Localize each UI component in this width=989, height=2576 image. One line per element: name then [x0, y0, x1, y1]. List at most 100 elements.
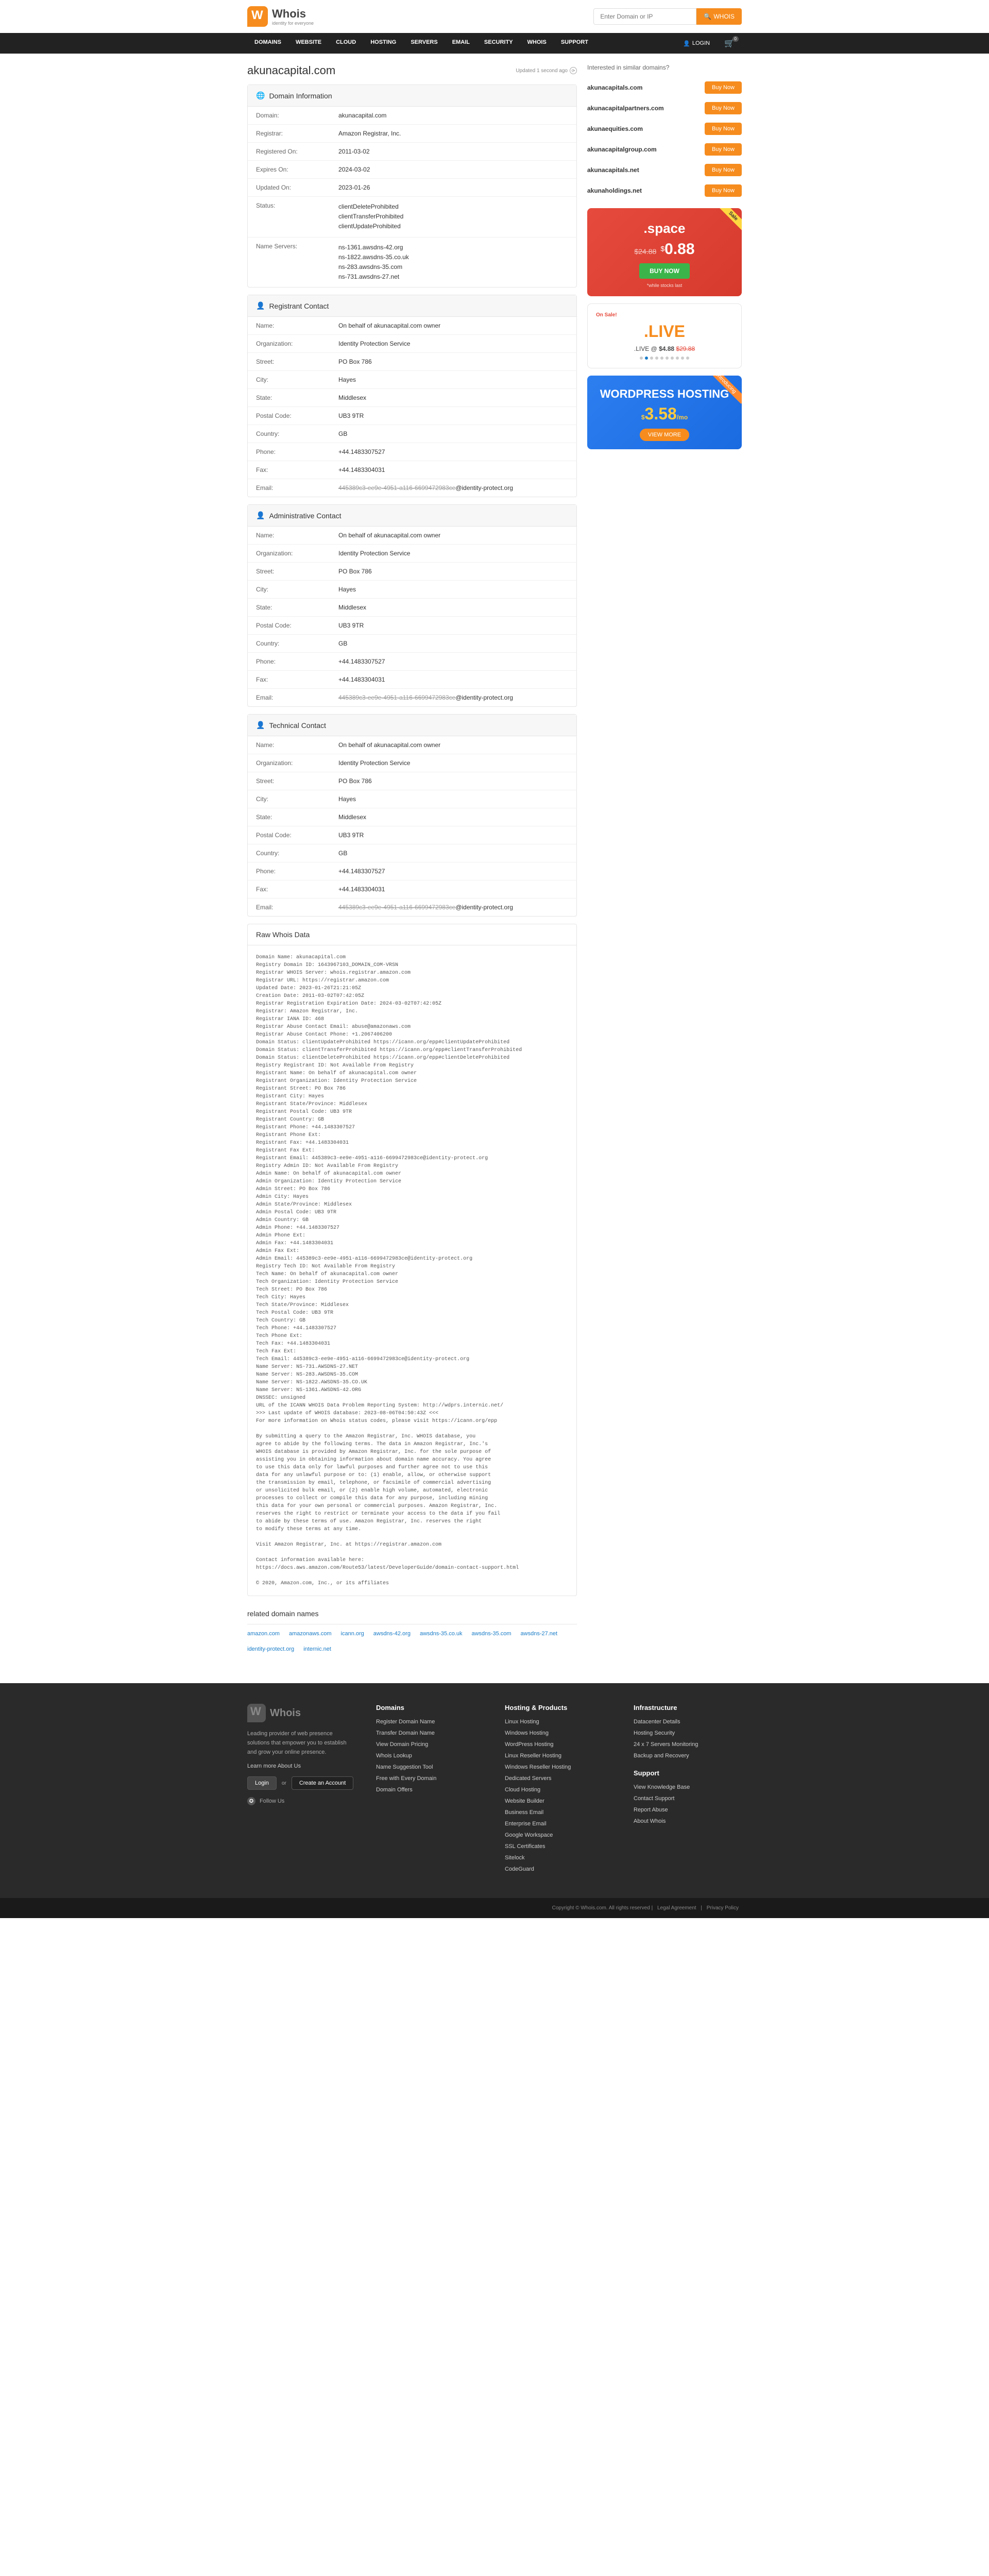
footer-link[interactable]: Contact Support: [634, 1795, 742, 1802]
info-row: Registrar:Amazon Registrar, Inc.: [248, 125, 576, 143]
nav-item-security[interactable]: SECURITY: [477, 33, 520, 54]
info-value: Middlesex: [338, 604, 568, 611]
related-link[interactable]: awsdns-27.net: [521, 1631, 558, 1637]
search-input[interactable]: [593, 8, 696, 25]
info-row: Organization:Identity Protection Service: [248, 335, 576, 353]
nav-item-hosting[interactable]: HOSTING: [363, 33, 403, 54]
footer-link[interactable]: Report Abuse: [634, 1807, 742, 1813]
carousel-dot[interactable]: [681, 357, 684, 360]
user-icon: 👤: [683, 40, 690, 47]
footer-link[interactable]: About Whois: [634, 1818, 742, 1824]
promo-space[interactable]: Sale .space $24.88$0.88 BUY NOW *while s…: [587, 208, 742, 296]
refresh-icon[interactable]: ⟳: [570, 67, 577, 74]
footer-link[interactable]: 24 x 7 Servers Monitoring: [634, 1741, 742, 1748]
footer-link[interactable]: Website Builder: [505, 1798, 613, 1804]
promo-view-more-button[interactable]: VIEW MORE: [640, 429, 689, 441]
copyright-text: Copyright © Whois.com. All rights reserv…: [552, 1905, 650, 1911]
related-link[interactable]: amazon.com: [247, 1631, 280, 1637]
promo-buy-button[interactable]: BUY NOW: [639, 263, 690, 279]
footer-link[interactable]: Linux Reseller Hosting: [505, 1753, 613, 1759]
privacy-link[interactable]: Privacy Policy: [707, 1905, 739, 1911]
logo[interactable]: Whois identity for everyone: [247, 6, 314, 27]
similar-row: akunacapitalpartners.comBuy Now: [587, 98, 742, 118]
footer-heading: Support: [634, 1769, 742, 1777]
carousel-dot[interactable]: [660, 357, 663, 360]
footer-link[interactable]: Windows Reseller Hosting: [505, 1764, 613, 1770]
buy-now-button[interactable]: Buy Now: [705, 143, 742, 156]
footer-logo[interactable]: Whois: [247, 1704, 355, 1722]
footer-link[interactable]: View Domain Pricing: [376, 1741, 484, 1748]
buy-now-button[interactable]: Buy Now: [705, 164, 742, 176]
nav-item-domains[interactable]: DOMAINS: [247, 33, 288, 54]
footer-link[interactable]: Name Suggestion Tool: [376, 1764, 484, 1770]
footer-link[interactable]: Domain Offers: [376, 1787, 484, 1793]
carousel-dot[interactable]: [640, 357, 643, 360]
footer-link[interactable]: Enterprise Email: [505, 1821, 613, 1827]
footer-link[interactable]: Register Domain Name: [376, 1719, 484, 1725]
info-row: Name:On behalf of akunacapital.com owner: [248, 736, 576, 754]
footer-link[interactable]: Transfer Domain Name: [376, 1730, 484, 1736]
footer-create-account-button[interactable]: Create an Account: [292, 1776, 354, 1790]
nav-item-email[interactable]: EMAIL: [445, 33, 477, 54]
related-link[interactable]: amazonaws.com: [289, 1631, 332, 1637]
footer-login-button[interactable]: Login: [247, 1776, 277, 1790]
footer-link[interactable]: Whois Lookup: [376, 1753, 484, 1759]
footer-link[interactable]: Datacenter Details: [634, 1719, 742, 1725]
carousel-dot[interactable]: [650, 357, 653, 360]
carousel-dot[interactable]: [645, 357, 648, 360]
related-link[interactable]: identity-protect.org: [247, 1646, 294, 1652]
search-button[interactable]: 🔍WHOIS: [696, 8, 742, 25]
buy-now-button[interactable]: Buy Now: [705, 123, 742, 135]
carousel-dot[interactable]: [676, 357, 679, 360]
nav-cart[interactable]: 🛒0: [717, 33, 742, 54]
footer-link[interactable]: Windows Hosting: [505, 1730, 613, 1736]
footer-link[interactable]: Business Email: [505, 1809, 613, 1816]
footer-link[interactable]: SSL Certificates: [505, 1843, 613, 1850]
nav-item-servers[interactable]: SERVERS: [403, 33, 445, 54]
buy-now-button[interactable]: Buy Now: [705, 102, 742, 114]
carousel-dot[interactable]: [686, 357, 689, 360]
footer-link[interactable]: Dedicated Servers: [505, 1775, 613, 1782]
footer-link[interactable]: Linux Hosting: [505, 1719, 613, 1725]
info-label: Street:: [256, 568, 338, 575]
info-label: Street:: [256, 358, 338, 365]
info-value: 2023-01-26: [338, 184, 568, 191]
footer-link[interactable]: Cloud Hosting: [505, 1787, 613, 1793]
carousel-dot[interactable]: [655, 357, 658, 360]
nav-login[interactable]: 👤LOGIN: [676, 34, 717, 53]
nav-item-cloud[interactable]: CLOUD: [329, 33, 363, 54]
nav-item-website[interactable]: WEBSITE: [288, 33, 329, 54]
related-link[interactable]: awsdns-42.org: [373, 1631, 411, 1637]
footer-link[interactable]: Google Workspace: [505, 1832, 613, 1838]
related-link[interactable]: internic.net: [303, 1646, 331, 1652]
footer-link[interactable]: CodeGuard: [505, 1866, 613, 1872]
footer-link[interactable]: Backup and Recovery: [634, 1753, 742, 1759]
promo-wp-currency: $: [641, 414, 645, 421]
related-link[interactable]: icann.org: [341, 1631, 364, 1637]
globe-icon[interactable]: ✪: [247, 1797, 255, 1805]
buy-now-button[interactable]: Buy Now: [705, 184, 742, 197]
footer-link[interactable]: View Knowledge Base: [634, 1784, 742, 1790]
info-label: Postal Code:: [256, 622, 338, 629]
carousel-dot[interactable]: [666, 357, 669, 360]
promo-wordpress[interactable]: Introducing WORDPRESS HOSTING $3.58/mo V…: [587, 376, 742, 449]
footer-link[interactable]: Free with Every Domain: [376, 1775, 484, 1782]
info-value: +44.1483304031: [338, 886, 568, 893]
info-value: On behalf of akunacapital.com owner: [338, 322, 568, 329]
buy-now-button[interactable]: Buy Now: [705, 81, 742, 94]
info-label: City:: [256, 586, 338, 593]
footer-link[interactable]: WordPress Hosting: [505, 1741, 613, 1748]
carousel-dot[interactable]: [671, 357, 674, 360]
related-link[interactable]: awsdns-35.co.uk: [420, 1631, 463, 1637]
footer-link[interactable]: Sitelock: [505, 1855, 613, 1861]
related-link[interactable]: awsdns-35.com: [472, 1631, 511, 1637]
promo-live[interactable]: On Sale! .LIVE .LIVE @ $4.88 $29.88: [587, 303, 742, 368]
nav-item-support[interactable]: SUPPORT: [554, 33, 595, 54]
legal-link[interactable]: Legal Agreement: [657, 1905, 696, 1911]
info-label: Email:: [256, 484, 338, 492]
nav-item-whois[interactable]: WHOIS: [520, 33, 554, 54]
footer-link[interactable]: Hosting Security: [634, 1730, 742, 1736]
footer-about-link[interactable]: Learn more About Us: [247, 1763, 355, 1769]
promo-live-pre: .LIVE @: [634, 345, 659, 352]
footer-heading: Hosting & Products: [505, 1704, 613, 1711]
